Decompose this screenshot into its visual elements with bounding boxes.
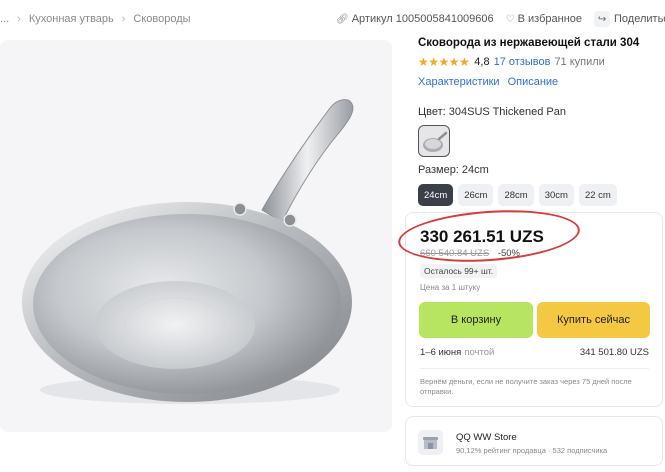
rating-stars-icon: ★★★★★	[418, 54, 470, 69]
chevron-right-icon: ›	[121, 13, 126, 25]
delivery-price: 341 501.80 UZS	[579, 347, 649, 358]
heart-icon: ♡	[505, 13, 515, 25]
old-price: 660 540.84 UZS	[420, 248, 490, 259]
size-option-24cm[interactable]: 24cm	[418, 184, 454, 206]
rating-value: 4,8	[474, 55, 490, 68]
old-price-row: 660 540.84 UZS -50%	[420, 248, 520, 259]
discount-badge: -50%	[497, 248, 521, 259]
share-label: Поделиться	[614, 13, 665, 25]
size-label: Размер: 24cm	[418, 164, 489, 176]
chevron-right-icon: ›	[17, 13, 21, 25]
reviews-link[interactable]: 17 отзывов	[494, 56, 551, 68]
breadcrumb-item-pans[interactable]: Сковороды	[133, 13, 190, 25]
delivery-method: почтой	[464, 347, 495, 358]
current-price: 330 261.51 UZS	[420, 227, 544, 246]
share-button[interactable]: ↪ Поделиться	[594, 11, 665, 27]
share-arrow-icon: ↪	[594, 11, 611, 27]
size-option-30cm[interactable]: 30cm	[538, 184, 574, 206]
product-info: Сковорода из нержавеющей стали 304 ★★★★★…	[418, 36, 663, 206]
store-card[interactable]: QQ WW Store 90,12% рейтинг продавца · 53…	[405, 416, 663, 466]
delivery-dates-text: 1–6 июня	[420, 347, 462, 358]
pan-thumbnail-icon	[423, 131, 448, 152]
add-to-cart-button[interactable]: В корзину	[419, 302, 533, 338]
delivery-dates: 1–6 июня почтой	[420, 347, 494, 358]
product-image[interactable]	[0, 40, 392, 432]
store-name[interactable]: QQ WW Store	[456, 432, 517, 443]
size-options: 24cm 26cm 28cm 30cm 22 cm	[418, 184, 663, 206]
size-option-26cm[interactable]: 26cm	[458, 184, 494, 206]
color-label: Цвет: 304SUS Thickened Pan	[418, 106, 566, 118]
link-icon: 🔗︎	[336, 13, 349, 25]
unit-price-note: Цена за 1 штуку	[420, 283, 481, 292]
tab-description[interactable]: Описание	[508, 76, 559, 90]
divider	[420, 368, 649, 369]
breadcrumb-ellipsis[interactable]: ...	[0, 13, 9, 25]
frying-pan-image	[22, 99, 354, 404]
article-number[interactable]: 🔗︎ Артикул 1005005841009606	[336, 13, 494, 25]
refund-guarantee: Вернём деньги, если не получите заказ че…	[420, 377, 632, 396]
store-icon	[418, 430, 443, 455]
breadcrumb: ... › Кухонная утварь › Сковороды	[0, 11, 191, 27]
article-number-text: Артикул 1005005841009606	[351, 13, 494, 25]
rating-row: ★★★★★ 4,8 17 отзывов 71 купили	[418, 54, 663, 69]
size-option-22cm[interactable]: 22 cm	[578, 184, 617, 206]
favorites-label: В избранное	[517, 13, 583, 25]
storefront-icon	[423, 437, 438, 449]
bought-count: 71 купили	[554, 55, 605, 68]
store-stats: 90,12% рейтинг продавца · 532 подписчика	[456, 446, 608, 455]
color-swatch[interactable]	[418, 125, 450, 157]
size-option-28cm[interactable]: 28cm	[498, 184, 534, 206]
product-tabs: Характеристики Описание	[418, 76, 663, 90]
add-to-favorites-button[interactable]: ♡ В избранное	[506, 13, 582, 25]
buy-now-button[interactable]: Купить сейчас	[537, 302, 650, 338]
stock-badge: Осталось 99+ шт.	[420, 264, 498, 278]
product-title: Сковорода из нержавеющей стали 304	[418, 37, 640, 49]
breadcrumb-item-kitchenware[interactable]: Кухонная утварь	[29, 13, 114, 25]
buy-card: 330 261.51 UZS 660 540.84 UZS -50% Остал…	[396, 204, 663, 407]
top-actions: 🔗︎ Артикул 1005005841009606 ♡ В избранно…	[336, 11, 665, 27]
tab-characteristics[interactable]: Характеристики	[418, 76, 500, 90]
